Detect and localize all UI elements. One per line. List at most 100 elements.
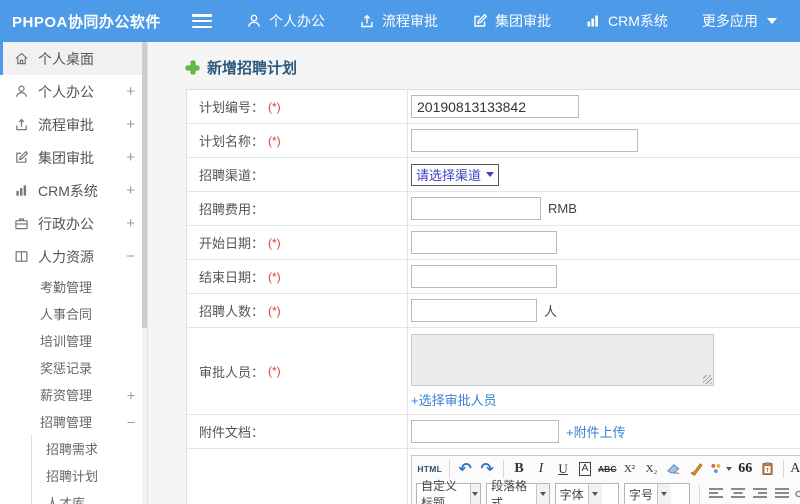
- text-color-palette-icon[interactable]: [707, 458, 734, 479]
- sidebar-item-salary[interactable]: 薪资管理 +: [0, 381, 147, 408]
- expand-plus-icon[interactable]: +: [126, 215, 135, 232]
- sidebar-item-attendance[interactable]: 考勤管理: [0, 273, 147, 300]
- nav-more-apps[interactable]: 更多应用: [702, 11, 777, 31]
- custom-title-select[interactable]: 自定义标题: [416, 479, 482, 504]
- undo-button[interactable]: ↶: [455, 458, 476, 479]
- superscript-button[interactable]: X²: [619, 458, 640, 479]
- bold-button[interactable]: B: [509, 458, 530, 479]
- sidebar-item-recruit-plan[interactable]: 招聘计划: [32, 462, 147, 489]
- field-value: [408, 90, 800, 123]
- page-title: 新增招聘计划: [186, 57, 800, 78]
- align-left-icon[interactable]: [705, 484, 726, 504]
- attachment-upload-link[interactable]: +附件上传: [566, 422, 626, 441]
- hr-submenu: 考勤管理 人事合同 培训管理 奖惩记录 薪资管理 + 招聘管理 − 招聘需求 招…: [0, 273, 147, 504]
- sidebar-item-hr-contract[interactable]: 人事合同: [0, 300, 147, 327]
- format-painter-icon[interactable]: [685, 458, 706, 479]
- svg-text:T: T: [766, 468, 770, 474]
- top-nav: 个人办公 流程审批 集团审批 CRM系统 更多应用: [246, 11, 777, 31]
- headcount-input[interactable]: [411, 299, 537, 322]
- channel-select[interactable]: 请选择渠道: [411, 163, 500, 186]
- field-label-empty: [187, 449, 408, 504]
- expand-plus-icon[interactable]: +: [126, 116, 135, 133]
- field-label: 附件文档：: [187, 415, 408, 448]
- strikethrough-button[interactable]: ABC: [597, 458, 618, 479]
- expand-plus-icon[interactable]: +: [126, 83, 135, 100]
- expand-plus-icon[interactable]: +: [126, 182, 135, 199]
- expand-plus-icon[interactable]: +: [126, 149, 135, 166]
- field-value: [408, 124, 800, 157]
- sidebar-item-group-approval[interactable]: 集团审批 +: [0, 141, 147, 174]
- italic-button[interactable]: I: [531, 458, 552, 479]
- nav-group-approval[interactable]: 集团审批: [472, 11, 551, 31]
- paragraph-format-select[interactable]: 段落格式: [486, 479, 550, 504]
- html-source-button[interactable]: HTML: [416, 458, 444, 479]
- blockquote-button[interactable]: 66: [735, 458, 756, 479]
- menu-icon[interactable]: [192, 14, 212, 28]
- resize-grip-icon[interactable]: [703, 375, 712, 384]
- font-size-select[interactable]: 字号: [623, 483, 690, 504]
- font-family-select[interactable]: 字体: [554, 483, 619, 504]
- nav-crm-system[interactable]: CRM系统: [585, 11, 668, 31]
- sidebar-item-admin-office[interactable]: 行政办公 +: [0, 207, 147, 240]
- expand-plus-icon[interactable]: +: [127, 387, 135, 403]
- font-color-button[interactable]: A: [789, 458, 800, 479]
- plan-no-input[interactable]: [411, 95, 579, 118]
- end-date-input[interactable]: [411, 265, 557, 288]
- underline-button[interactable]: U: [553, 458, 574, 479]
- form-row-start-date: 开始日期： (*): [187, 226, 800, 260]
- nav-workflow-approval[interactable]: 流程审批: [359, 11, 438, 31]
- toolbar-divider: [448, 459, 450, 478]
- collapse-minus-icon[interactable]: −: [126, 248, 135, 265]
- select-value: 字号: [628, 487, 653, 502]
- person-icon: [14, 84, 29, 99]
- select-caret-icon: [587, 484, 602, 504]
- redo-button[interactable]: ↷: [477, 458, 498, 479]
- sidebar-item-training[interactable]: 培训管理: [0, 327, 147, 354]
- sidebar-item-rewards[interactable]: 奖惩记录: [0, 354, 147, 381]
- sidebar-item-personal-office[interactable]: 个人办公 +: [0, 75, 147, 108]
- paste-icon[interactable]: T: [757, 458, 778, 479]
- sidebar-item-workflow[interactable]: 流程审批 +: [0, 108, 147, 141]
- sidebar-item-hr[interactable]: 人力资源 −: [0, 240, 147, 273]
- channel-select-value: 请选择渠道: [416, 168, 482, 183]
- sidebar-item-label: 招聘计划: [46, 469, 99, 484]
- sidebar-item-recruit-demand[interactable]: 招聘需求: [32, 435, 147, 462]
- nav-label: 流程审批: [382, 13, 438, 29]
- insert-link-icon[interactable]: [793, 484, 800, 504]
- select-caret-icon: [536, 484, 549, 504]
- required-mark: (*): [268, 235, 281, 250]
- required-mark: (*): [268, 133, 281, 148]
- align-center-icon[interactable]: [727, 484, 748, 504]
- plan-name-input[interactable]: [411, 129, 638, 152]
- select-approvers-link[interactable]: +选择审批人员: [411, 390, 497, 409]
- editor-toolbar-row2: 自定义标题 段落格式 字体 字号: [412, 479, 800, 504]
- collapse-minus-icon[interactable]: −: [127, 414, 135, 430]
- nav-personal-office[interactable]: 个人办公: [246, 11, 325, 31]
- fee-input[interactable]: [411, 197, 541, 220]
- book-icon: [14, 249, 29, 264]
- attachment-input[interactable]: [411, 420, 559, 443]
- form-row-approvers: 审批人员： (*) +选择审批人员: [187, 328, 800, 415]
- sidebar-item-label: 考勤管理: [40, 280, 93, 295]
- field-label: 计划编号： (*): [187, 90, 408, 123]
- align-justify-icon[interactable]: [771, 484, 792, 504]
- sidebar-scrollbar[interactable]: [142, 42, 147, 504]
- form-row-attachment: 附件文档： +附件上传: [187, 415, 800, 449]
- field-value: [408, 226, 800, 259]
- caret-down-icon: [766, 18, 777, 24]
- border-text-button[interactable]: A: [575, 458, 596, 479]
- rich-text-editor: HTML ↶ ↷ B I U A ABC X² X₂ 66 T A 自定义标题 …: [411, 455, 800, 504]
- start-date-input[interactable]: [411, 231, 557, 254]
- sidebar-item-desktop[interactable]: 个人桌面: [0, 42, 147, 75]
- field-label: 计划名称： (*): [187, 124, 408, 157]
- sidebar-item-crm[interactable]: CRM系统 +: [0, 174, 147, 207]
- sidebar-item-talent-pool[interactable]: 人才库: [32, 489, 147, 504]
- field-value: +附件上传: [408, 415, 800, 448]
- eraser-icon[interactable]: [663, 458, 684, 479]
- approvers-textarea[interactable]: [411, 334, 714, 386]
- form-row-plan-no: 计划编号： (*): [187, 90, 800, 124]
- home-icon: [14, 51, 29, 66]
- sidebar-item-recruit-mgmt[interactable]: 招聘管理 −: [0, 408, 147, 435]
- subscript-button[interactable]: X₂: [641, 458, 662, 479]
- align-right-icon[interactable]: [749, 484, 770, 504]
